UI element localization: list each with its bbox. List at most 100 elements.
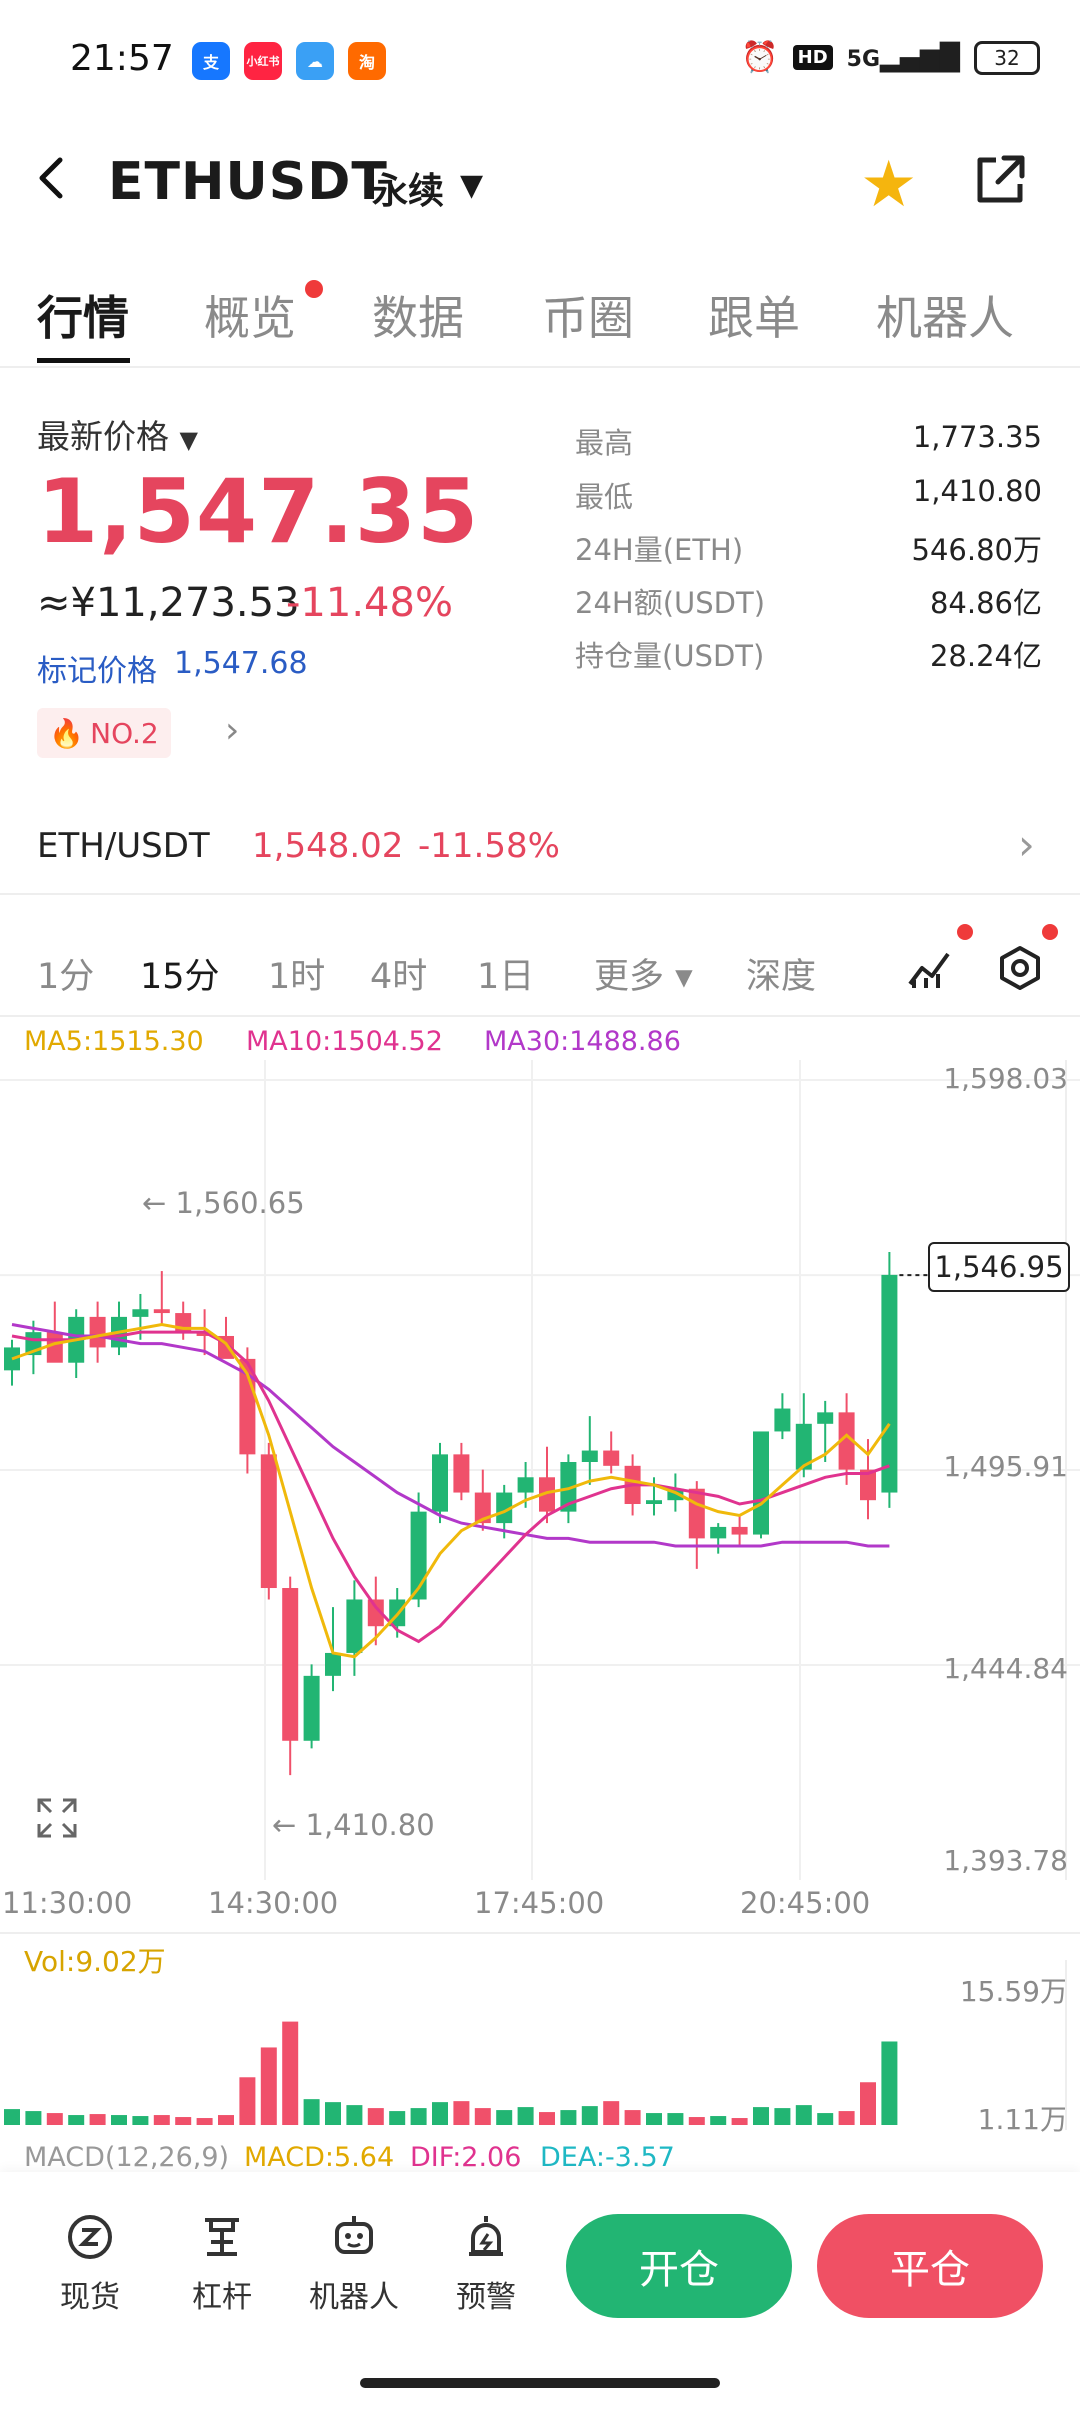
volume-chart xyxy=(4,1960,1067,2130)
chevron-right-icon[interactable]: › xyxy=(1018,820,1035,869)
favorite-star-icon[interactable]: ★ xyxy=(860,148,917,222)
candlestick-chart[interactable] xyxy=(0,1060,1080,1880)
depth-tab[interactable]: 深度 xyxy=(746,948,816,999)
nav-bot-label: 机器人 xyxy=(309,2280,399,2315)
tab-market[interactable]: 行情 xyxy=(37,282,129,348)
interval-4h[interactable]: 4时 xyxy=(370,948,427,999)
volume-bar xyxy=(111,2115,127,2125)
interval-1h[interactable]: 1时 xyxy=(268,948,325,999)
tab-community[interactable]: 币圈 xyxy=(542,282,634,348)
volume-bar xyxy=(710,2116,727,2125)
volume-bar xyxy=(68,2115,85,2125)
nav-bot[interactable]: 机器人 xyxy=(304,2212,404,2316)
indicator-chart-icon[interactable] xyxy=(906,944,954,996)
volume-bar xyxy=(4,2109,20,2125)
y-tick-label: 1,393.78 xyxy=(943,1844,1068,1877)
stat-value-volume: 546.80万 xyxy=(911,533,1042,567)
x-tick-label: 20:45:00 xyxy=(740,1886,871,1920)
stat-value-low: 1,410.80 xyxy=(912,474,1042,508)
divider xyxy=(0,366,1080,368)
volume-bar xyxy=(175,2117,192,2125)
candle-body xyxy=(132,1309,149,1317)
system-icons: ⏰ HD 5G▂▄▆█ 32 xyxy=(741,40,1040,75)
symbol-title[interactable]: ETHUSDT xyxy=(108,152,388,212)
candle-body xyxy=(260,1454,277,1589)
candle-body xyxy=(517,1477,534,1493)
interval-1m[interactable]: 1分 xyxy=(37,948,94,999)
volume-bar xyxy=(646,2113,662,2125)
high-annotation: ← 1,560.65 xyxy=(142,1186,305,1220)
interval-15m[interactable]: 15分 xyxy=(140,948,220,999)
candle-body xyxy=(731,1526,748,1535)
fullscreen-icon[interactable] xyxy=(35,1796,79,1844)
alarm-icon xyxy=(436,2212,536,2268)
change-percent: -11.48% xyxy=(286,580,453,626)
interval-1d[interactable]: 1日 xyxy=(477,948,534,999)
tab-copy-trading[interactable]: 跟单 xyxy=(708,282,800,348)
volume-bar xyxy=(474,2108,491,2125)
taobao-icon: 淘 xyxy=(348,42,386,80)
candle-body xyxy=(646,1500,662,1505)
x-tick-label: 11:30:00 xyxy=(2,1886,133,1920)
battery-level: 32 xyxy=(994,45,1020,70)
volume-bar xyxy=(389,2111,406,2125)
interval-more[interactable]: 更多 ▾ xyxy=(594,948,693,999)
candle-body xyxy=(817,1412,834,1424)
volume-bar xyxy=(688,2117,705,2125)
tab-overview[interactable]: 概览 xyxy=(204,282,296,348)
close-position-button[interactable]: 平仓 xyxy=(817,2214,1043,2318)
volume-bar xyxy=(346,2105,363,2125)
stat-label-turnover: 24H额(USDT) xyxy=(575,586,766,620)
divider xyxy=(0,1015,1080,1017)
hd-icon: HD xyxy=(792,45,833,70)
fire-icon: 🔥 xyxy=(49,716,85,750)
spot-price: 1,548.02 xyxy=(252,826,404,866)
dropdown-arrow-icon[interactable]: ▼ xyxy=(460,168,483,203)
volume-bar xyxy=(581,2106,598,2125)
volume-bar xyxy=(46,2113,63,2125)
back-button[interactable] xyxy=(30,150,74,220)
volume-bar xyxy=(25,2111,42,2125)
current-price-tag: 1,546.95 xyxy=(928,1242,1070,1292)
chevron-right-icon[interactable]: › xyxy=(225,710,239,751)
volume-bar xyxy=(153,2115,170,2125)
volume-bar xyxy=(817,2113,834,2125)
mark-price: 1,547.68 xyxy=(174,646,308,681)
last-price-label[interactable]: 最新价格 ▼ xyxy=(37,410,198,458)
volume-bar xyxy=(860,2082,876,2125)
candle-body xyxy=(346,1599,363,1653)
nav-alert[interactable]: 预警 xyxy=(436,2212,536,2316)
rank-text: NO.2 xyxy=(90,716,159,750)
candle-body xyxy=(303,1675,320,1741)
settings-hexagon-icon[interactable] xyxy=(996,944,1044,996)
stat-value-high: 1,773.35 xyxy=(912,420,1042,454)
y-tick-label: 1,495.91 xyxy=(943,1450,1068,1483)
volume-bar xyxy=(624,2110,641,2125)
volume-bar xyxy=(432,2102,448,2125)
candle-body xyxy=(453,1454,470,1493)
rank-badge[interactable]: 🔥 NO.2 xyxy=(37,708,171,758)
ma10-label: MA10:1504.52 xyxy=(246,1026,443,1057)
candle-body xyxy=(153,1309,170,1314)
candle-body xyxy=(688,1488,705,1539)
candle-body xyxy=(581,1450,598,1462)
leverage-icon xyxy=(172,2212,272,2268)
mark-price-label[interactable]: 标记价格 xyxy=(37,646,157,690)
x-tick-label: 14:30:00 xyxy=(208,1886,339,1920)
volume-bar xyxy=(667,2113,684,2125)
contract-type[interactable]: 永续 xyxy=(372,162,444,214)
open-position-button[interactable]: 开仓 xyxy=(566,2214,792,2318)
low-annotation: ← 1,410.80 xyxy=(272,1808,435,1842)
nav-leverage[interactable]: 杠杆 xyxy=(172,2212,272,2316)
share-icon[interactable] xyxy=(970,150,1030,214)
volume-bar xyxy=(517,2107,534,2125)
battery-icon: 32 xyxy=(974,40,1040,75)
candle-body xyxy=(89,1316,106,1348)
tab-bot[interactable]: 机器人 xyxy=(876,282,1014,348)
clock: 21:57 xyxy=(70,38,174,79)
candle-body xyxy=(603,1450,620,1466)
nav-spot[interactable]: 现货 xyxy=(40,2212,140,2316)
notification-dot xyxy=(305,280,323,298)
tab-data[interactable]: 数据 xyxy=(372,282,464,348)
volume-bar xyxy=(89,2114,106,2125)
